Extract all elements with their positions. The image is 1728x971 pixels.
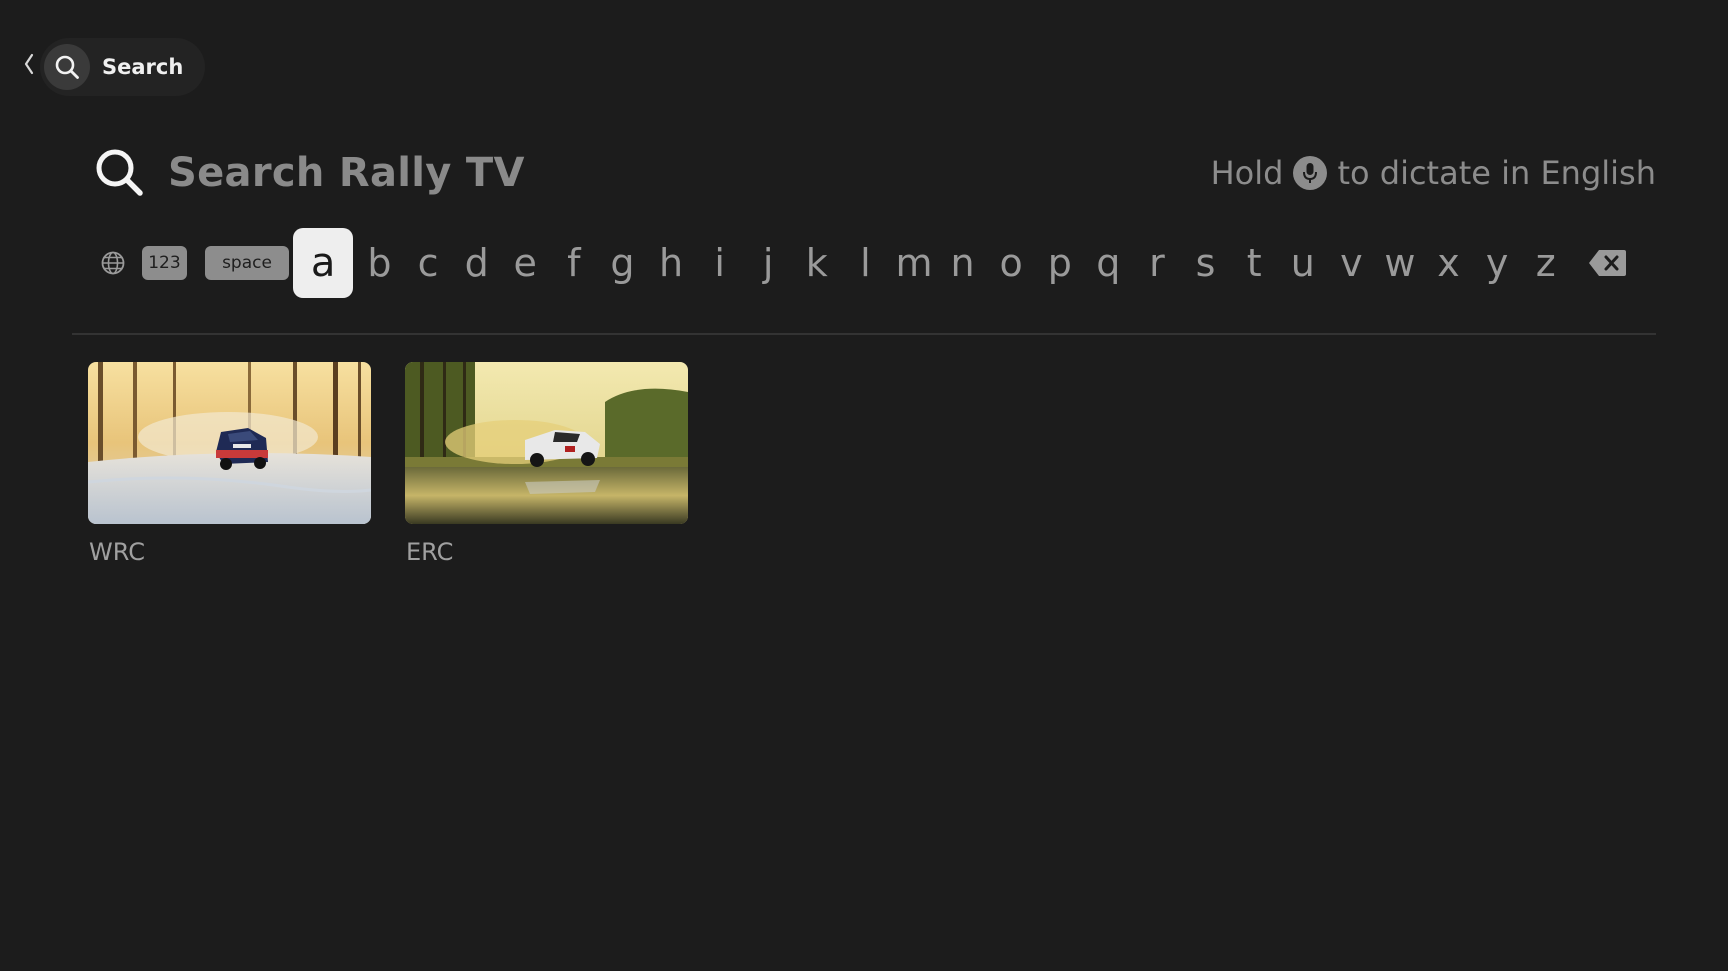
key-i[interactable]: i [695,228,744,298]
result-card-erc[interactable]: ERC [405,362,688,566]
key-u[interactable]: u [1278,228,1327,298]
chevron-left-icon[interactable] [22,52,36,76]
search-results: WRC ERC [88,362,688,566]
key-z[interactable]: z [1521,228,1570,298]
key-p[interactable]: p [1035,228,1084,298]
key-m[interactable]: m [890,228,939,298]
key-x[interactable]: x [1424,228,1473,298]
result-thumbnail[interactable] [88,362,371,524]
result-title: ERC [406,538,454,566]
divider [72,333,1656,335]
key-c[interactable]: c [404,228,453,298]
key-k[interactable]: k [793,228,842,298]
key-h[interactable]: h [647,228,696,298]
dictation-suffix: to dictate in English [1337,154,1656,192]
search-field[interactable]: Search Rally TV [92,142,525,204]
dictation-prefix: Hold [1210,154,1284,192]
key-s[interactable]: s [1181,228,1230,298]
key-e[interactable]: e [501,228,550,298]
search-screen: Search Search Rally TV Hold to dictate i… [0,0,1728,971]
key-d[interactable]: d [452,228,501,298]
result-title: WRC [89,538,145,566]
result-card-wrc[interactable]: WRC [88,362,371,566]
key-v[interactable]: v [1327,228,1376,298]
space-key[interactable]: space [204,246,290,280]
key-o[interactable]: o [987,228,1036,298]
globe-icon[interactable] [98,247,128,279]
key-g[interactable]: g [598,228,647,298]
key-t[interactable]: t [1230,228,1279,298]
key-b[interactable]: b [355,228,404,298]
key-f[interactable]: f [550,228,599,298]
key-w[interactable]: w [1376,228,1425,298]
backspace-icon[interactable] [1588,247,1628,279]
nav-search-label: Search [102,55,184,79]
numbers-key[interactable]: 123 [141,246,187,280]
dictation-hint: Hold to dictate in English [1211,150,1656,196]
microphone-icon [1293,156,1328,190]
key-q[interactable]: q [1084,228,1133,298]
key-a[interactable]: a [293,228,354,298]
search-icon [92,145,148,201]
key-y[interactable]: y [1473,228,1522,298]
search-icon [44,44,90,90]
onscreen-keyboard: 123 space a b c d e f g h i j k l m n o … [98,228,1628,298]
result-thumbnail[interactable] [405,362,688,524]
key-r[interactable]: r [1133,228,1182,298]
search-placeholder: Search Rally TV [168,150,525,196]
key-j[interactable]: j [744,228,793,298]
key-n[interactable]: n [938,228,987,298]
key-l[interactable]: l [841,228,890,298]
letter-keys: a b c d e f g h i j k l m n o p q r s t … [293,228,1570,298]
nav-search-tab[interactable]: Search [40,38,206,96]
